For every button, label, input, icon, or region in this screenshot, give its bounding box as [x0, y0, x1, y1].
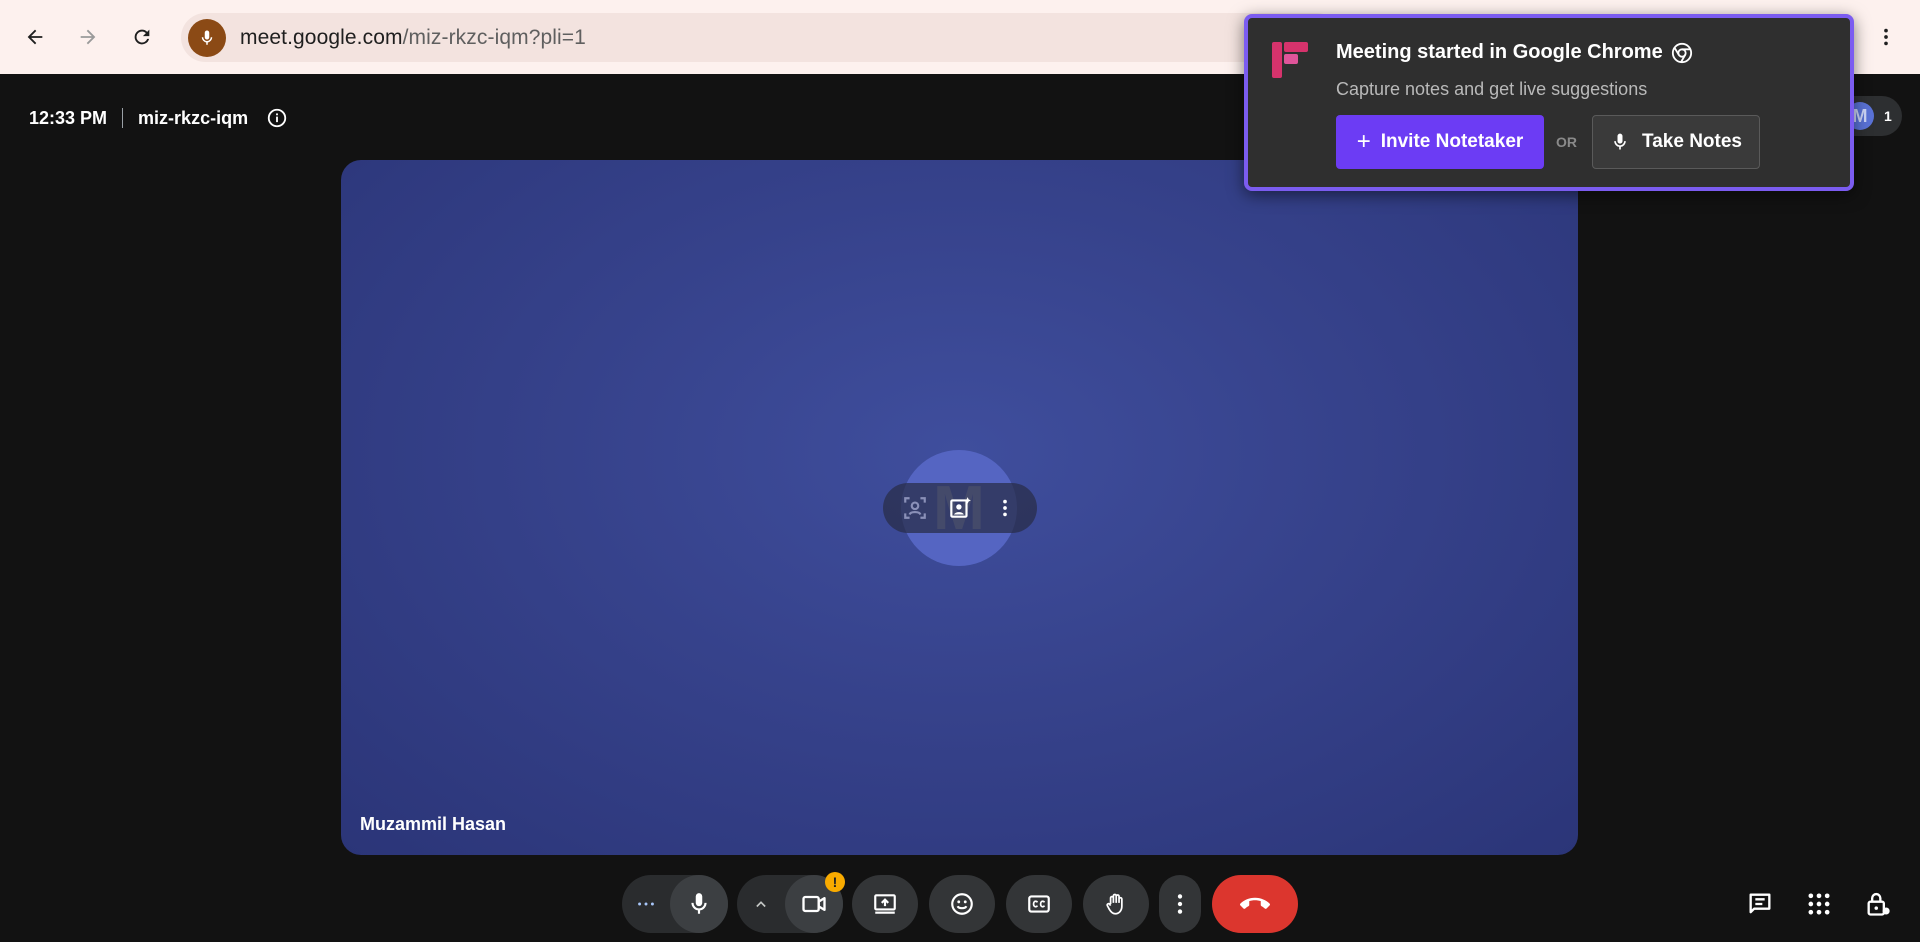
present-screen-button[interactable]: [852, 875, 918, 933]
call-controls-bar: [0, 875, 1920, 933]
more-vert-icon: [1177, 894, 1183, 914]
chrome-icon: [1671, 42, 1693, 64]
visual-effects-button[interactable]: [944, 492, 976, 524]
popup-subtitle: Capture notes and get live suggestions: [1336, 79, 1648, 99]
take-notes-label: Take Notes: [1642, 131, 1742, 152]
more-vert-icon: [1884, 28, 1888, 46]
meeting-info-button[interactable]: [266, 107, 288, 129]
extension-logo-icon: [1272, 42, 1308, 78]
end-call-icon: [1240, 897, 1270, 909]
popup-title: Meeting started in Google Chrome: [1336, 41, 1693, 64]
leave-call-button[interactable]: [1212, 875, 1298, 933]
back-icon: [27, 29, 43, 45]
take-notes-button[interactable]: Take Notes: [1592, 115, 1760, 169]
meeting-time: 12:33 PM: [29, 107, 108, 128]
framing-icon: [904, 497, 927, 519]
audio-control-group: [622, 875, 728, 933]
invite-notetaker-label: Invite Notetaker: [1380, 131, 1524, 152]
browser-menu-button[interactable]: [1870, 18, 1902, 56]
video-options-button[interactable]: [737, 875, 785, 933]
emoji-icon: [951, 893, 973, 915]
notetaker-extension-popup: Meeting started in Google Chrome Capture…: [1244, 14, 1854, 191]
url-path: /miz-rkzc-iqm?pli=1: [402, 25, 586, 49]
framing-button[interactable]: [899, 492, 931, 524]
back-button[interactable]: [17, 18, 53, 56]
chat-icon: [1749, 893, 1771, 914]
participant-count: 1: [1884, 108, 1892, 124]
invite-notetaker-button[interactable]: + Invite Notetaker: [1336, 115, 1544, 169]
meeting-details: 12:33 PM miz-rkzc-iqm: [29, 104, 288, 132]
forward-button[interactable]: [70, 18, 106, 56]
site-microphone-indicator[interactable]: [188, 18, 226, 57]
microphone-icon: [1614, 133, 1626, 150]
reload-icon: [134, 29, 150, 45]
activities-button[interactable]: [1801, 888, 1837, 920]
chevron-up-icon: [756, 901, 766, 908]
more-options-button[interactable]: [1159, 875, 1201, 933]
tile-hover-toolbar: [883, 483, 1037, 533]
more-vert-icon: [1002, 499, 1007, 517]
participant-name: Muzammil Hasan: [360, 814, 507, 834]
captions-button[interactable]: [1006, 875, 1072, 933]
camera-warning-badge: !: [825, 872, 845, 892]
microphone-icon: [691, 893, 707, 914]
audio-options-button[interactable]: [622, 875, 670, 933]
microphone-toggle-button[interactable]: [670, 875, 728, 933]
more-options-icon: [638, 902, 654, 906]
host-controls-button[interactable]: [1860, 888, 1896, 920]
participant-video-tile: M Muzammil Hasan: [341, 160, 1578, 855]
send-reaction-button[interactable]: [929, 875, 995, 933]
host-controls-icon: [1867, 892, 1890, 916]
camera-icon: [802, 895, 826, 913]
apps-icon: [1808, 893, 1830, 915]
tile-more-options-button[interactable]: [989, 492, 1021, 524]
raise-hand-button[interactable]: [1083, 875, 1149, 933]
microphone-icon: [201, 30, 213, 45]
captions-icon: [1028, 895, 1050, 913]
chat-button[interactable]: [1742, 888, 1778, 920]
or-label: OR: [1556, 134, 1577, 150]
visual-effects-icon: [950, 497, 971, 518]
raise-hand-icon: [1106, 893, 1123, 915]
url-text[interactable]: meet.google.com/miz-rkzc-iqm?pli=1: [240, 26, 586, 50]
address-bar[interactable]: meet.google.com/miz-rkzc-iqm?pli=1: [181, 13, 1341, 62]
meeting-code: miz-rkzc-iqm: [138, 107, 249, 128]
plus-icon: +: [1356, 128, 1371, 155]
popup-title-text: Meeting started in Google Chrome: [1336, 41, 1663, 63]
reload-button[interactable]: [124, 18, 160, 56]
present-screen-icon: [874, 894, 896, 914]
url-host: meet.google.com: [240, 25, 403, 49]
divider: [122, 108, 124, 128]
info-icon: [267, 108, 287, 128]
forward-icon: [80, 29, 96, 45]
